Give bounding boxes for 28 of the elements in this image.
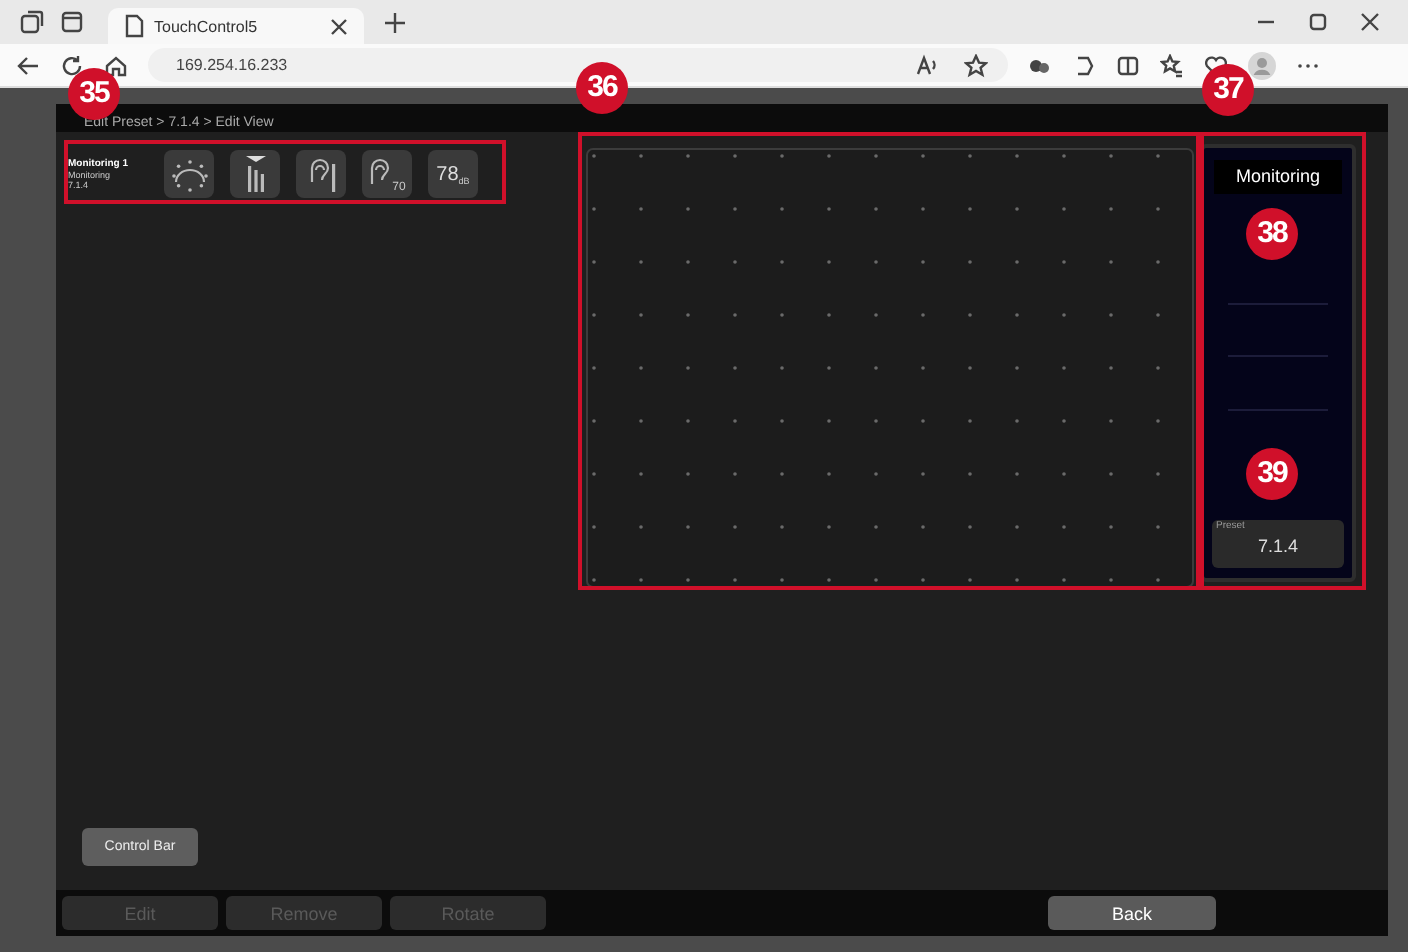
action-button[interactable]: Back: [1048, 896, 1216, 930]
level-lines-drawing: [1228, 301, 1328, 413]
tab-title: TouchControl5: [154, 17, 260, 35]
home-icon[interactable]: [104, 53, 128, 77]
refresh-icon[interactable]: [60, 53, 84, 77]
page-icon: [124, 14, 144, 38]
address-text: 169.254.16.233: [176, 56, 288, 74]
maximize-icon[interactable]: [1308, 12, 1328, 32]
tool-value: 78: [436, 163, 459, 185]
level-bars-button[interactable]: [230, 150, 280, 198]
tab-actions-icon[interactable]: [20, 10, 44, 34]
speaker-ring-icon: [171, 156, 207, 192]
preset-value: 7.1.4: [1255, 534, 1301, 558]
close-icon[interactable]: [1360, 12, 1380, 32]
browser-tab[interactable]: TouchControl5: [108, 8, 364, 44]
back-icon[interactable]: [16, 53, 40, 77]
headphone-tool-button[interactable]: [296, 150, 346, 198]
close-icon[interactable]: [330, 17, 348, 35]
monitor-title: Monitoring: [1214, 160, 1342, 194]
new-tab-icon[interactable]: [384, 11, 406, 33]
bars-icon: [241, 154, 269, 194]
avatar-icon[interactable]: [1248, 51, 1276, 79]
split-screen-icon[interactable]: [1116, 53, 1140, 77]
speaker-tool-button[interactable]: [164, 150, 214, 198]
read-aloud-icon[interactable]: [916, 53, 940, 77]
vertical-tabs-icon[interactable]: [60, 10, 84, 34]
star-icon[interactable]: [964, 53, 988, 77]
favorites-icon[interactable]: [1160, 53, 1184, 77]
